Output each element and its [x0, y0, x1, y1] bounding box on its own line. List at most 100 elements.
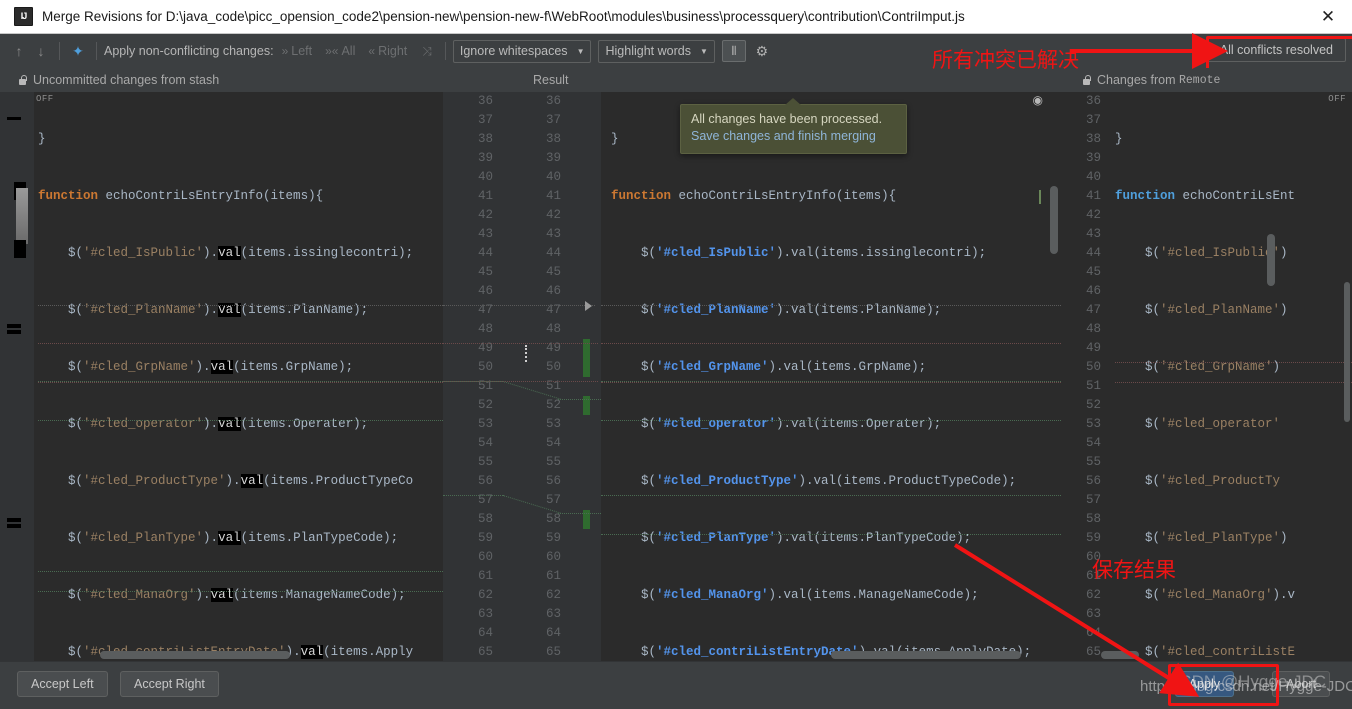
vertical-scrollbar-right-outer[interactable]	[1344, 282, 1350, 422]
line-number: 43	[477, 227, 493, 241]
line-number: 36	[1085, 94, 1101, 108]
line-number: 43	[545, 227, 561, 241]
middle-pane-title: Result	[533, 73, 569, 87]
code-line: $('#cled_IsPublic')	[1115, 246, 1288, 260]
vertical-scrollbar-mid[interactable]	[1050, 186, 1058, 254]
diff-vertical-dots	[525, 345, 529, 362]
right-pane-header: Changes from Remote	[1082, 73, 1220, 87]
off-badge-right: OFF	[1328, 94, 1346, 104]
toolbar-separator-1	[59, 42, 60, 60]
middle-pane-header: Result	[533, 73, 568, 87]
accept-left-button[interactable]: Accept Left	[17, 671, 108, 697]
line-number: 57	[477, 493, 493, 507]
code-line: }	[1115, 132, 1123, 146]
line-number: 58	[477, 512, 493, 526]
code-line: function echoContriLsEntryInfo(items){	[611, 189, 897, 203]
fold-marker-function[interactable]	[7, 117, 21, 120]
left-editor-pane[interactable]: } function echoContriLsEntryInfo(items){…	[0, 92, 443, 661]
line-number: 64	[477, 626, 493, 640]
code-line: $('#cled_ProductType').val(items.Product…	[611, 474, 1017, 488]
change-marker-column	[583, 92, 593, 661]
line-number: 54	[477, 436, 493, 450]
line-number: 40	[477, 170, 493, 184]
diff-connector-58	[558, 513, 603, 515]
line-number: 52	[1085, 398, 1101, 412]
eye-icon[interactable]: ◉	[1033, 93, 1043, 107]
line-number: 64	[1085, 626, 1101, 640]
line-number: 41	[477, 189, 493, 203]
apply-all-label: All	[341, 44, 356, 58]
line-number: 48	[1085, 322, 1101, 336]
horizontal-scrollbar-left[interactable]	[100, 651, 290, 659]
accept-right-button[interactable]: Accept Right	[120, 671, 219, 697]
line-number: 42	[477, 208, 493, 222]
fold-marker-2b[interactable]	[7, 330, 21, 334]
diff-connector-red-top	[443, 343, 598, 345]
line-number: 38	[545, 132, 561, 146]
line-number: 46	[477, 284, 493, 298]
line-number: 65	[1085, 645, 1101, 659]
apply-left-icon: »	[281, 44, 289, 58]
code-line: $('#cled_operator'	[1115, 417, 1281, 431]
all-conflicts-resolved-button[interactable]: All conflicts resolved	[1206, 38, 1346, 62]
line-number: 56	[1085, 474, 1101, 488]
code-line: function echoContriLsEnt	[1115, 189, 1296, 203]
left-pane-header: Uncommitted changes from stash	[18, 73, 219, 87]
apply-left-button[interactable]: » Left	[282, 44, 313, 58]
line-number: 44	[477, 246, 493, 260]
line-number: 60	[545, 550, 561, 564]
horizontal-scrollbar-right[interactable]	[1101, 651, 1139, 659]
line-number: 39	[1085, 151, 1101, 165]
highlight-words-value: Highlight words	[605, 44, 691, 58]
code-line: $('#cled_ProductType').val(items.Product…	[38, 474, 414, 488]
highlight-words-dropdown[interactable]: Highlight words ▼	[598, 39, 715, 63]
code-line: $('#cled_PlanType').val(items.PlanTypeCo…	[611, 531, 972, 545]
line-number: 40	[545, 170, 561, 184]
apply-none-icon[interactable]: ⤨	[422, 44, 435, 59]
line-number: 45	[545, 265, 561, 279]
code-line: }	[38, 132, 46, 146]
horizontal-scrollbar-mid[interactable]	[831, 651, 1021, 659]
tooltip-line-2[interactable]: Save changes and finish merging	[691, 128, 896, 145]
fold-marker-2[interactable]	[7, 324, 21, 328]
next-difference-icon[interactable]: ↓	[30, 40, 52, 62]
line-number: 39	[477, 151, 493, 165]
scrollbar-thumb-left[interactable]	[16, 188, 28, 244]
previous-difference-icon[interactable]: ↑	[8, 40, 30, 62]
close-icon[interactable]: ✕	[1314, 3, 1342, 31]
line-number: 37	[545, 113, 561, 127]
line-number: 61	[477, 569, 493, 583]
line-number-gutter: 36 37 38 39 40 41 42 43 44 45 46 47 48 49 50 51 52 53 54 55…	[443, 92, 603, 661]
line-number: 59	[477, 531, 493, 545]
fold-marker-3[interactable]	[7, 518, 21, 522]
left-fold-gutter[interactable]	[0, 92, 34, 661]
line-number: 60	[477, 550, 493, 564]
line-number: 36	[477, 94, 493, 108]
line-number: 40	[1085, 170, 1101, 184]
magic-resolve-icon[interactable]: ✦	[67, 40, 89, 62]
code-line: $('#cled_GrpName').val(items.GrpName);	[611, 360, 927, 374]
diff-connector-red-bottom	[443, 381, 598, 383]
line-number: 57	[1085, 493, 1101, 507]
code-line: $('#cled_PlanType')	[1115, 531, 1288, 545]
ignore-whitespaces-dropdown[interactable]: Ignore whitespaces ▼	[452, 39, 592, 63]
ignore-whitespaces-value: Ignore whitespaces	[459, 44, 568, 58]
line-number: 65	[545, 645, 561, 659]
right-pane-title-prefix: Changes from	[1097, 73, 1179, 87]
fold-marker-3b[interactable]	[7, 524, 21, 528]
gear-icon[interactable]: ⚙	[752, 41, 772, 61]
line-number: 37	[1085, 113, 1101, 127]
code-line: $('#cled_ManaOrg').val(items.ManageNameC…	[611, 588, 979, 602]
line-number: 53	[477, 417, 493, 431]
result-editor-pane[interactable]: } function echoContriLsEntryInfo(items){…	[601, 92, 1061, 661]
chevron-down-icon: ▼	[576, 46, 585, 56]
line-number: 43	[1085, 227, 1101, 241]
apply-all-button[interactable]: »« All	[325, 44, 355, 58]
vertical-scrollbar-right[interactable]	[1267, 234, 1275, 286]
collapse-unchanged-toggle[interactable]: ⦀	[721, 40, 746, 62]
line-number: 54	[545, 436, 561, 450]
apply-right-button[interactable]: « Right	[368, 44, 407, 58]
pane-headers: Uncommitted changes from stash Result Ch…	[0, 68, 1352, 92]
chevron-down-icon-2: ▼	[699, 46, 708, 56]
line-number: 49	[477, 341, 493, 355]
